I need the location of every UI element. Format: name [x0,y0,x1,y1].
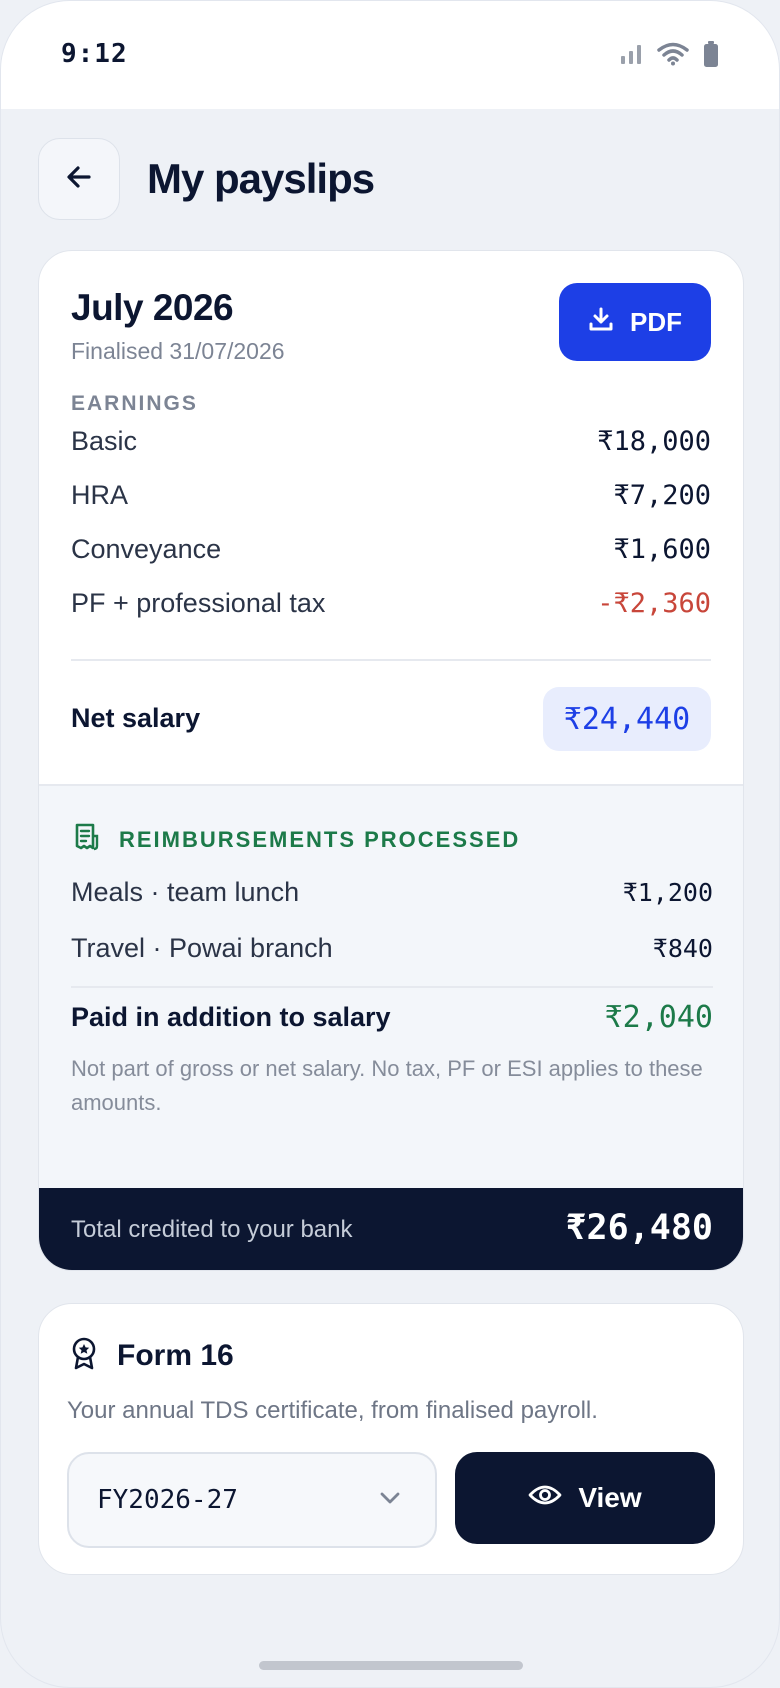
arrow-left-icon [63,161,95,198]
reimbursements-title: REIMBURSEMENTS PROCESSED [119,826,521,852]
award-icon [69,1336,99,1375]
net-salary-amount: ₹24,440 [543,687,711,751]
reimbursement-amount: ₹1,200 [622,877,713,907]
reimbursement-label: Travel · Powai branch [71,932,333,963]
form16-header: Form 16 [69,1336,234,1375]
earning-row: Conveyance ₹1,600 [71,529,711,569]
form16-card: Form 16 Your annual TDS certificate, fro… [38,1303,744,1575]
eye-icon [528,1482,562,1514]
reimbursement-note: Not part of gross or net salary. No tax,… [71,1056,703,1115]
page-header: My payslips [38,138,375,220]
divider [71,659,711,661]
page-title: My payslips [147,155,375,202]
net-salary-label: Net salary [71,703,201,733]
payslip-month: July 2026 [71,287,234,328]
total-credited-label: Total credited to your bank [71,1216,353,1243]
battery-icon [703,41,719,72]
fy-selected-value: FY2026-27 [97,1485,238,1515]
phone-screen: 9:12 My payslips July 2026 Finalised 31/… [0,0,780,1688]
pdf-label: PDF [630,306,682,337]
earning-row: Basic ₹18,000 [71,421,711,461]
download-icon [588,306,614,339]
deduction-label: PF + professional tax [71,587,326,618]
total-credited-bar: Total credited to your bank ₹26,480 [39,1188,743,1270]
earning-label: Basic [71,425,138,456]
earning-amount: ₹7,200 [613,479,711,511]
form16-title: Form 16 [117,1338,234,1372]
status-icons [619,41,719,72]
fy-select[interactable]: FY2026-27 [67,1452,437,1548]
reimbursement-amount: ₹840 [652,933,713,963]
divider [71,986,713,988]
signal-icon [619,42,643,71]
home-indicator[interactable] [259,1661,523,1670]
back-button[interactable] [38,138,120,220]
payslip-card: July 2026 Finalised 31/07/2026 PDF EARNI… [38,250,744,1271]
reimbursements-section: REIMBURSEMENTS PROCESSED Meals · team lu… [39,784,743,1188]
extra-payment-label: Paid in addition to salary [71,1002,391,1032]
earning-row: HRA ₹7,200 [71,475,711,515]
chevron-down-icon [379,1491,401,1510]
earning-amount: ₹1,600 [613,533,711,565]
earning-label: Conveyance [71,533,222,564]
view-label: View [578,1482,642,1513]
form16-description: Your annual TDS certificate, from finali… [67,1397,598,1424]
reimbursements-header: REIMBURSEMENTS PROCESSED [71,822,520,857]
total-credited-amount: ₹26,480 [565,1208,713,1248]
receipt-icon [71,822,101,857]
view-form16-button[interactable]: View [455,1452,715,1544]
reimbursement-row: Travel · Powai branch ₹840 [71,928,713,968]
finalised-date: Finalised 31/07/2026 [71,338,285,364]
status-bar: 9:12 [1,1,779,109]
reimbursement-label: Meals · team lunch [71,876,300,907]
deduction-row: PF + professional tax -₹2,360 [71,583,711,623]
earnings-label: EARNINGS [71,392,198,415]
earning-label: HRA [71,479,129,510]
earning-amount: ₹18,000 [597,425,711,457]
wifi-icon [657,42,689,71]
download-pdf-button[interactable]: PDF [559,283,711,361]
extra-payment-amount: ₹2,040 [604,1000,713,1035]
status-time: 9:12 [61,39,128,69]
reimbursement-row: Meals · team lunch ₹1,200 [71,872,713,912]
deduction-amount: -₹2,360 [597,587,711,619]
